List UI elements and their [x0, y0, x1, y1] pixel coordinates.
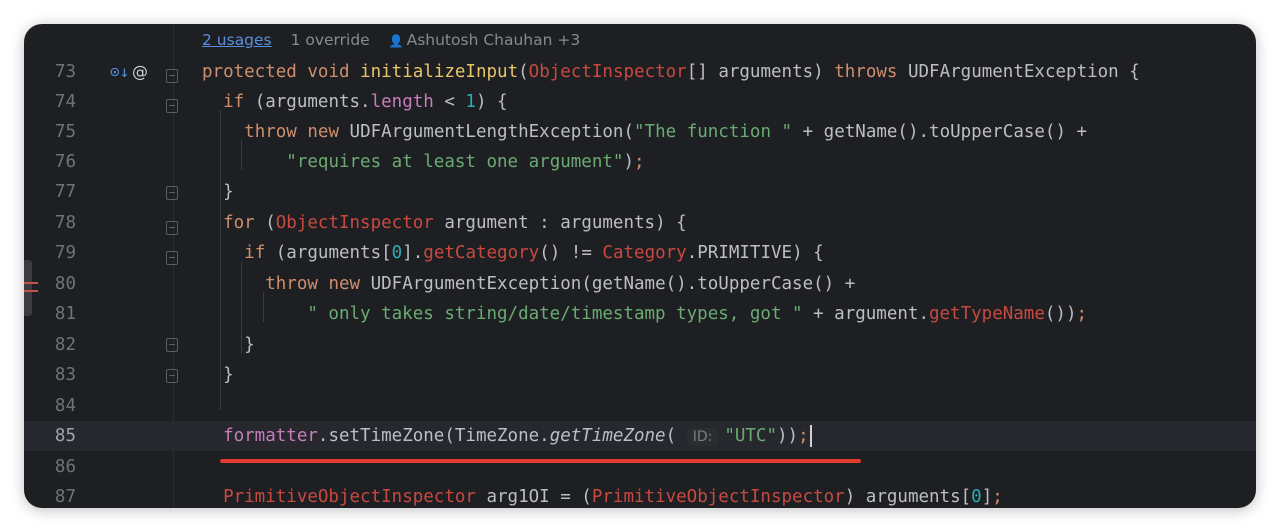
- text-caret: [809, 425, 812, 447]
- code-line[interactable]: 79 if (arguments[0].getCategory() != Cat…: [24, 238, 1256, 268]
- code-line[interactable]: 78 for (ObjectInspector argument : argum…: [24, 208, 1256, 238]
- code-text[interactable]: " only takes string/date/timestamp types…: [202, 299, 1087, 329]
- line-number: 82: [54, 335, 76, 355]
- code-line[interactable]: 84: [24, 391, 1256, 421]
- code-text[interactable]: }: [202, 330, 255, 360]
- line-number: 86: [54, 457, 76, 477]
- code-line[interactable]: 86: [24, 452, 1256, 482]
- line-number: 76: [54, 152, 76, 172]
- code-text[interactable]: }: [202, 177, 234, 207]
- code-line[interactable]: 74 if (arguments.length < 1) {: [24, 87, 1256, 117]
- line-number: 80: [54, 274, 76, 294]
- line-number: 77: [54, 182, 76, 202]
- code-line[interactable]: 87 PrimitiveObjectInspector arg1OI = (Pr…: [24, 482, 1256, 508]
- line-number: 85: [54, 426, 76, 446]
- line-number: 78: [54, 213, 76, 233]
- usages-link[interactable]: 2 usages: [202, 31, 272, 49]
- override-hint[interactable]: 1 override: [291, 31, 370, 49]
- code-text[interactable]: if (arguments[0].getCategory() != Catego…: [202, 238, 824, 268]
- code-line[interactable]: 82 }: [24, 330, 1256, 360]
- code-text[interactable]: throw new UDFArgumentException(getName()…: [202, 269, 855, 299]
- author-hint[interactable]: Ashutosh Chauhan +3: [407, 31, 581, 49]
- code-line[interactable]: 77 }: [24, 177, 1256, 207]
- code-line[interactable]: 80 throw new UDFArgumentException(getNam…: [24, 269, 1256, 299]
- code-text[interactable]: for (ObjectInspector argument : argument…: [202, 208, 687, 238]
- person-icon: 👤: [388, 34, 404, 48]
- parameter-hint: ID:: [686, 428, 719, 446]
- line-number: 79: [54, 243, 76, 263]
- code-line[interactable]: 83 }: [24, 360, 1256, 390]
- highlight-underline: [220, 459, 861, 463]
- code-text[interactable]: PrimitiveObjectInspector arg1OI = (Primi…: [202, 482, 1003, 508]
- line-number: 84: [54, 396, 76, 416]
- line-number: 75: [54, 122, 76, 142]
- code-line[interactable]: 81 " only takes string/date/timestamp ty…: [24, 299, 1256, 329]
- code-text[interactable]: "requires at least one argument");: [202, 147, 644, 177]
- code-line[interactable]: 73 protected void initializeInput(Object…: [24, 57, 1256, 87]
- line-number: 73: [54, 62, 76, 82]
- code-text[interactable]: if (arguments.length < 1) {: [202, 87, 508, 117]
- code-text[interactable]: formatter.setTimeZone(TimeZone.getTimeZo…: [202, 421, 812, 452]
- inlay-hints: 2 usages 1 override 👤 Ashutosh Chauhan +3: [202, 31, 580, 49]
- line-number: 81: [54, 304, 76, 324]
- line-number: 74: [54, 92, 76, 112]
- code-line-current[interactable]: 85 formatter.setTimeZone(TimeZone.getTim…: [24, 421, 1256, 451]
- code-line[interactable]: 76 "requires at least one argument");: [24, 147, 1256, 177]
- code-editor[interactable]: 2 usages 1 override 👤 Ashutosh Chauhan +3…: [24, 24, 1256, 508]
- code-text[interactable]: }: [202, 360, 234, 390]
- line-number: 87: [54, 487, 76, 507]
- code-text[interactable]: protected void initializeInput(ObjectIns…: [202, 57, 1140, 87]
- line-number: 83: [54, 365, 76, 385]
- code-text[interactable]: throw new UDFArgumentLengthException("Th…: [202, 117, 1087, 147]
- code-line[interactable]: 75 throw new UDFArgumentLengthException(…: [24, 117, 1256, 147]
